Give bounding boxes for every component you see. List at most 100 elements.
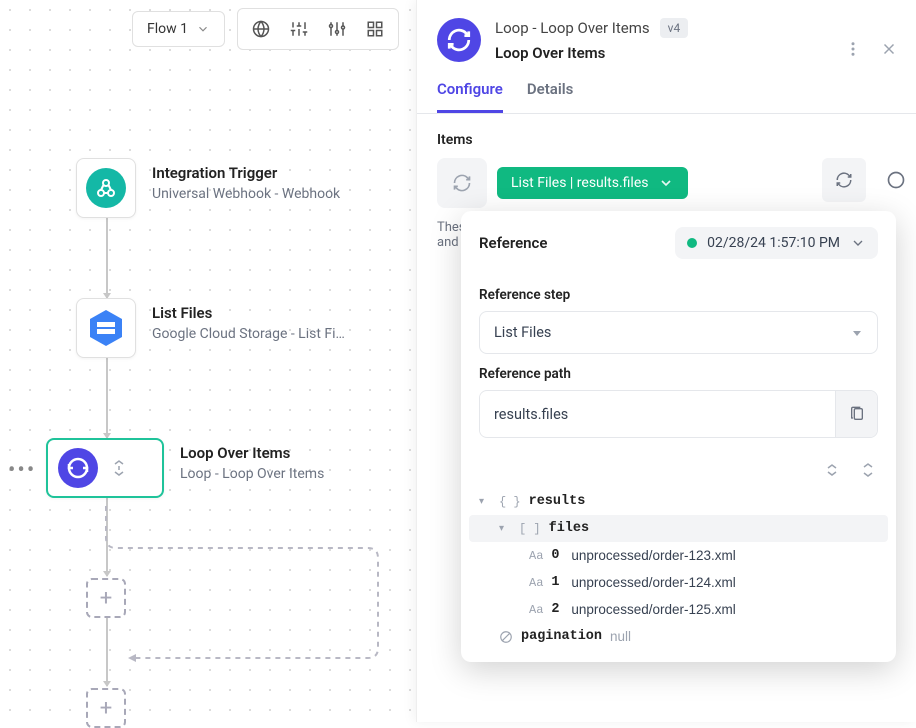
connector-line: [106, 498, 108, 576]
tree-key: pagination: [521, 629, 602, 644]
expand-all-icon[interactable]: [858, 460, 878, 480]
node-icon-wrap: [46, 438, 164, 498]
node-labels: List Files Google Cloud Storage - List F…: [152, 298, 345, 342]
collapse-expand-icon[interactable]: [112, 459, 126, 477]
tree-value: unprocessed/order-124.xml: [571, 575, 735, 590]
panel-title: Loop - Loop Over Items: [495, 19, 650, 37]
chevron-down-icon: ▾: [499, 523, 511, 535]
timestamp-value: 02/28/24 1:57:10 PM: [707, 235, 840, 251]
node-title: Integration Trigger: [152, 164, 340, 182]
tree-row-pagination[interactable]: pagination null: [469, 623, 888, 650]
flow-name-label: Flow 1: [147, 21, 188, 37]
more-options-icon[interactable]: •••: [8, 458, 36, 483]
tree-controls: [461, 452, 896, 488]
tree-row-files[interactable]: ▾ [ ] files: [469, 515, 888, 542]
side-icons: [822, 158, 916, 202]
collapse-all-icon[interactable]: [822, 460, 842, 480]
toolbar-icon-group: [237, 8, 399, 50]
flow-selector-dropdown[interactable]: Flow 1: [132, 11, 225, 47]
loop-chip-icon: [437, 158, 487, 208]
add-step-button[interactable]: +: [86, 688, 126, 728]
items-label: Items: [437, 132, 896, 148]
tree-row-file-item[interactable]: Aa 0 unprocessed/order-123.xml: [469, 542, 888, 569]
node-title: List Files: [152, 304, 345, 322]
panel-subtitle: Loop Over Items: [495, 44, 896, 62]
tree-row-results[interactable]: ▾ { } results: [469, 488, 888, 515]
tree-value: unprocessed/order-125.xml: [571, 602, 735, 617]
webhook-icon: [86, 168, 126, 208]
tree-key: files: [549, 521, 590, 536]
null-type-icon: [499, 630, 513, 644]
cloud-storage-icon: [86, 308, 126, 348]
grid-icon[interactable]: [356, 15, 394, 43]
string-type-icon: Aa: [529, 549, 543, 563]
settings-sliders-icon[interactable]: [318, 15, 356, 43]
reference-path-label: Reference path: [479, 366, 878, 382]
reference-body: Reference step List Files Reference path: [461, 287, 896, 452]
node-labels: Loop Over Items Loop - Loop Over Items: [180, 438, 324, 482]
node-icon-wrap: [76, 298, 136, 358]
more-vertical-icon[interactable]: [844, 40, 862, 58]
tree-key: results: [529, 494, 586, 509]
connector-line: [106, 618, 108, 686]
panel-titles: Loop - Loop Over Items v4 Loop Over Item…: [495, 18, 896, 62]
panel-tabs: Configure Details: [417, 62, 916, 114]
connector-line: [106, 218, 108, 298]
node-icon-wrap: [76, 158, 136, 218]
tab-configure[interactable]: Configure: [437, 80, 503, 113]
close-icon[interactable]: [880, 40, 898, 58]
tree-row-file-item[interactable]: Aa 1 unprocessed/order-124.xml: [469, 569, 888, 596]
chevron-down-icon: ▾: [479, 496, 491, 508]
refresh-icon[interactable]: [822, 158, 866, 202]
node-subtitle: Loop - Loop Over Items: [180, 466, 324, 482]
reference-step-select[interactable]: List Files: [479, 311, 878, 354]
array-type-icon: [ ]: [519, 522, 541, 536]
sliders-icon[interactable]: [280, 15, 318, 43]
string-type-icon: Aa: [529, 576, 543, 590]
add-step-button[interactable]: +: [86, 578, 126, 618]
reference-path-input[interactable]: [480, 393, 835, 436]
pill-text: List Files | results.files: [511, 175, 648, 191]
tree-index: 1: [551, 575, 563, 590]
json-tree: ▾ { } results ▾ [ ] files Aa 0 unprocess…: [461, 488, 896, 662]
panel-header: Loop - Loop Over Items v4 Loop Over Item…: [417, 0, 916, 62]
tree-row-file-item[interactable]: Aa 2 unprocessed/order-125.xml: [469, 596, 888, 623]
node-title: Loop Over Items: [180, 444, 324, 462]
chevron-down-icon: [196, 22, 210, 36]
panel-actions: [844, 40, 898, 58]
node-subtitle: Universal Webhook - Webhook: [152, 186, 340, 202]
reference-header: Reference 02/28/24 1:57:10 PM: [461, 211, 896, 275]
tree-index: 2: [551, 602, 563, 617]
status-dot-icon: [687, 238, 697, 248]
caret-down-icon: [851, 327, 863, 339]
tree-value: null: [610, 629, 631, 644]
connector-line: [106, 358, 108, 438]
version-badge: v4: [660, 18, 689, 38]
node-labels: Integration Trigger Universal Webhook - …: [152, 158, 340, 202]
loop-icon: [437, 18, 481, 62]
reference-step-label: Reference step: [479, 287, 878, 303]
object-type-icon: { }: [499, 495, 521, 509]
node-integration-trigger[interactable]: Integration Trigger Universal Webhook - …: [76, 158, 340, 218]
tree-index: 0: [551, 548, 563, 563]
timestamp-dropdown[interactable]: 02/28/24 1:57:10 PM: [675, 227, 878, 259]
node-list-files[interactable]: List Files Google Cloud Storage - List F…: [76, 298, 345, 358]
tab-details[interactable]: Details: [527, 80, 573, 113]
node-subtitle: Google Cloud Storage - List Fi…: [152, 326, 345, 342]
node-loop-over-items[interactable]: Loop Over Items Loop - Loop Over Items: [46, 438, 324, 498]
tree-value: unprocessed/order-123.xml: [571, 548, 735, 563]
top-toolbar: Flow 1: [132, 8, 399, 50]
chevron-down-icon: [658, 175, 674, 191]
reference-title: Reference: [479, 234, 547, 252]
reference-path-field: [479, 390, 878, 438]
string-type-icon: Aa: [529, 603, 543, 617]
globe-icon[interactable]: [242, 15, 280, 43]
reference-pill[interactable]: List Files | results.files: [497, 167, 688, 199]
panel-title-row: Loop - Loop Over Items v4: [495, 18, 896, 38]
circle-icon[interactable]: [876, 158, 916, 202]
chevron-down-icon: [850, 235, 866, 251]
reference-step-value: List Files: [494, 324, 551, 341]
loop-icon: [58, 448, 98, 488]
clipboard-icon[interactable]: [835, 391, 877, 437]
reference-popover: Reference 02/28/24 1:57:10 PM Reference …: [461, 211, 896, 662]
